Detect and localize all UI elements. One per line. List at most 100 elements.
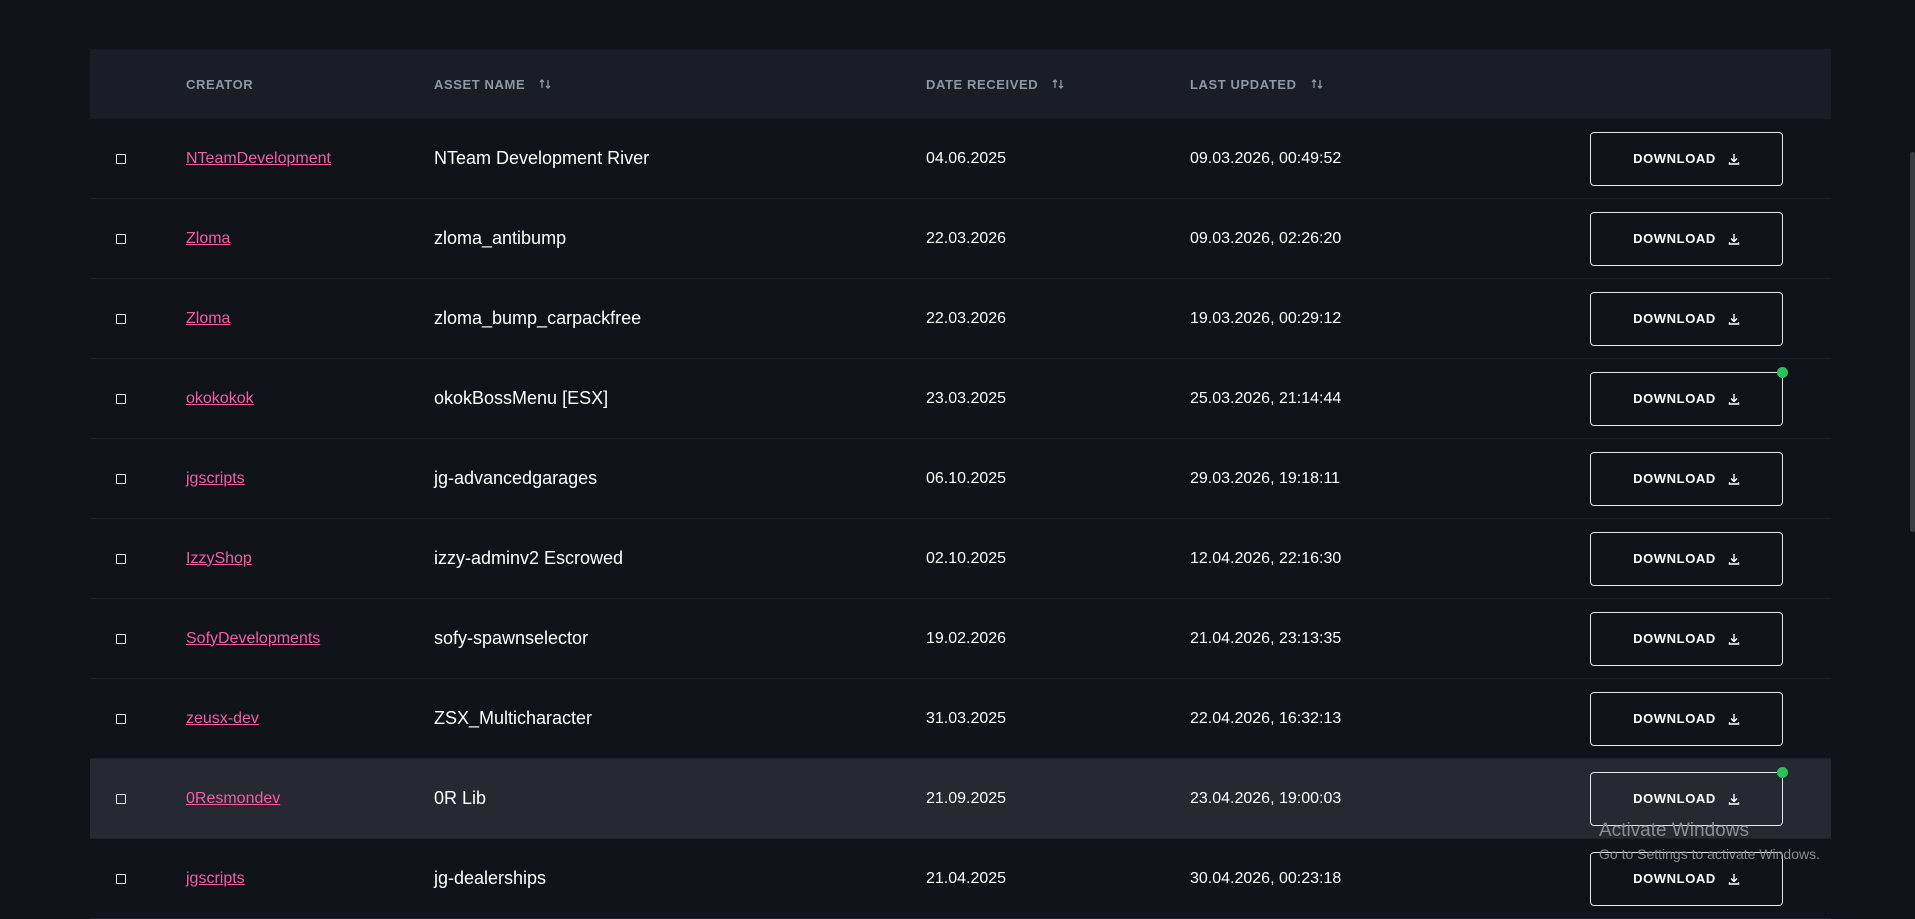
date-received: 23.03.2025 <box>926 389 1007 407</box>
last-updated-cell: 25.03.2026, 21:14:44 <box>1190 359 1341 438</box>
creator-link[interactable]: SofyDevelopments <box>186 630 320 648</box>
creator-cell: IzzyShop <box>186 519 252 598</box>
download-icon <box>1728 393 1740 405</box>
checkbox-icon[interactable] <box>116 313 126 324</box>
asset-name-cell: okokBossMenu [ESX] <box>434 359 608 438</box>
download-label: DOWNLOAD <box>1633 231 1716 246</box>
download-button[interactable]: DOWNLOAD <box>1590 291 1783 346</box>
creator-link[interactable]: 0Resmondev <box>186 790 280 808</box>
date-received-cell: 21.04.2025 <box>926 839 1006 918</box>
sort-arrows-icon[interactable] <box>1052 78 1064 90</box>
table-row: Zloma zloma_bump_carpackfree 22.03.2026 19.… <box>90 279 1831 359</box>
download-label: DOWNLOAD <box>1633 631 1716 646</box>
table-row: Zloma zloma_antibump 22.03.2026 09.03.2026,… <box>90 199 1831 279</box>
activate-windows-watermark: Activate Windows Go to Settings to activ… <box>1599 820 1820 862</box>
creator-link[interactable]: jgscripts <box>186 870 245 888</box>
date-received: 31.03.2025 <box>926 709 1007 727</box>
scrollbar-thumb[interactable] <box>1910 152 1915 532</box>
creator-link[interactable]: okokokok <box>186 390 254 408</box>
date-received-cell: 21.09.2025 <box>926 759 1006 838</box>
checkbox-icon[interactable] <box>116 793 126 804</box>
row-checkbox-cell <box>116 519 126 598</box>
checkbox-icon[interactable] <box>116 233 126 244</box>
download-label: DOWNLOAD <box>1633 471 1716 486</box>
download-cell: DOWNLOAD <box>1590 119 1783 198</box>
checkbox-icon[interactable] <box>116 713 126 724</box>
date-received-cell: 31.03.2025 <box>926 679 1006 758</box>
download-label: DOWNLOAD <box>1633 871 1716 886</box>
download-button[interactable]: DOWNLOAD <box>1590 451 1783 506</box>
checkbox-icon[interactable] <box>116 393 126 404</box>
watermark-title: Activate Windows <box>1599 820 1749 841</box>
sort-arrows-icon[interactable] <box>1311 78 1323 90</box>
sort-arrows-icon[interactable] <box>539 78 551 90</box>
download-label: DOWNLOAD <box>1633 391 1716 406</box>
creator-link[interactable]: zeusx-dev <box>186 710 259 728</box>
download-button[interactable]: DOWNLOAD <box>1590 366 1788 426</box>
row-checkbox-cell <box>116 359 126 438</box>
creator-link[interactable]: IzzyShop <box>186 550 252 568</box>
asset-name: zloma_bump_carpackfree <box>434 308 642 328</box>
creator-link[interactable]: NTeamDevelopment <box>186 150 331 168</box>
table-body: NTeamDevelopment NTeam Development River 0… <box>90 119 1831 919</box>
row-checkbox-cell <box>116 199 126 278</box>
checkbox-icon[interactable] <box>116 153 126 164</box>
last-updated: 09.03.2026, 02:26:20 <box>1190 229 1342 247</box>
last-updated-cell: 22.04.2026, 16:32:13 <box>1190 679 1341 758</box>
creator-link[interactable]: Zloma <box>186 310 230 328</box>
last-updated-cell: 23.04.2026, 19:00:03 <box>1190 759 1341 838</box>
download-cell: DOWNLOAD <box>1590 599 1783 678</box>
download-cell: DOWNLOAD <box>1590 519 1783 598</box>
header-last-updated-label: LAST UPDATED <box>1190 76 1297 92</box>
download-label: DOWNLOAD <box>1633 151 1716 166</box>
table-row: jgscripts jg-dealerships 21.04.2025 30.04.2… <box>90 839 1831 919</box>
table-row: zeusx-dev ZSX_Multicharacter 31.03.2025 22.… <box>90 679 1831 759</box>
download-label: DOWNLOAD <box>1633 311 1716 326</box>
row-checkbox-cell <box>116 839 126 918</box>
creator-link[interactable]: jgscripts <box>186 470 245 488</box>
last-updated: 19.03.2026, 00:29:12 <box>1190 309 1342 327</box>
header-last-updated[interactable]: LAST UPDATED <box>1190 49 1323 119</box>
checkbox-icon[interactable] <box>116 473 126 484</box>
asset-name-cell: jg-advancedgarages <box>434 439 597 518</box>
checkbox-icon[interactable] <box>116 873 126 884</box>
table-row: IzzyShop izzy-adminv2 Escrowed 02.10.2025 1… <box>90 519 1831 599</box>
asset-name-cell: izzy-adminv2 Escrowed <box>434 519 623 598</box>
creator-cell: NTeamDevelopment <box>186 119 331 198</box>
download-button[interactable]: DOWNLOAD <box>1590 766 1788 826</box>
header-asset-name-label: ASSET NAME <box>434 76 526 92</box>
last-updated-cell: 19.03.2026, 00:29:12 <box>1190 279 1341 358</box>
checkbox-icon[interactable] <box>116 553 126 564</box>
asset-name-cell: ZSX_Multicharacter <box>434 679 592 758</box>
download-cell: DOWNLOAD <box>1590 679 1783 758</box>
header-asset-name[interactable]: ASSET NAME <box>434 49 551 119</box>
download-cell: DOWNLOAD <box>1590 279 1783 358</box>
last-updated: 29.03.2026, 19:18:11 <box>1190 469 1341 487</box>
header-date-received[interactable]: DATE RECEIVED <box>926 49 1064 119</box>
download-icon <box>1728 793 1740 805</box>
table-row: NTeamDevelopment NTeam Development River 0… <box>90 119 1831 199</box>
date-received: 22.03.2026 <box>926 229 1007 247</box>
download-icon <box>1728 553 1740 565</box>
asset-name: sofy-spawnselector <box>434 628 589 648</box>
last-updated-cell: 12.04.2026, 22:16:30 <box>1190 519 1341 598</box>
row-checkbox-cell <box>116 759 126 838</box>
asset-name-cell: NTeam Development River <box>434 119 649 198</box>
date-received-cell: 22.03.2026 <box>926 279 1006 358</box>
asset-name-cell: zloma_bump_carpackfree <box>434 279 641 358</box>
download-icon <box>1728 873 1740 885</box>
date-received-cell: 19.02.2026 <box>926 599 1006 678</box>
date-received-cell: 02.10.2025 <box>926 519 1006 598</box>
download-button[interactable]: DOWNLOAD <box>1590 611 1783 666</box>
creator-link[interactable]: Zloma <box>186 230 230 248</box>
date-received: 22.03.2026 <box>926 309 1007 327</box>
table-header: CREATOR ASSET NAME DATE RECEIVED LAST UP… <box>90 49 1831 119</box>
date-received: 06.10.2025 <box>926 469 1007 487</box>
last-updated-cell: 09.03.2026, 00:49:52 <box>1190 119 1341 198</box>
download-button[interactable]: DOWNLOAD <box>1590 211 1783 266</box>
download-button[interactable]: DOWNLOAD <box>1590 691 1783 746</box>
download-button[interactable]: DOWNLOAD <box>1590 531 1783 586</box>
download-button[interactable]: DOWNLOAD <box>1590 131 1783 186</box>
checkbox-icon[interactable] <box>116 633 126 644</box>
header-creator: CREATOR <box>186 49 253 119</box>
